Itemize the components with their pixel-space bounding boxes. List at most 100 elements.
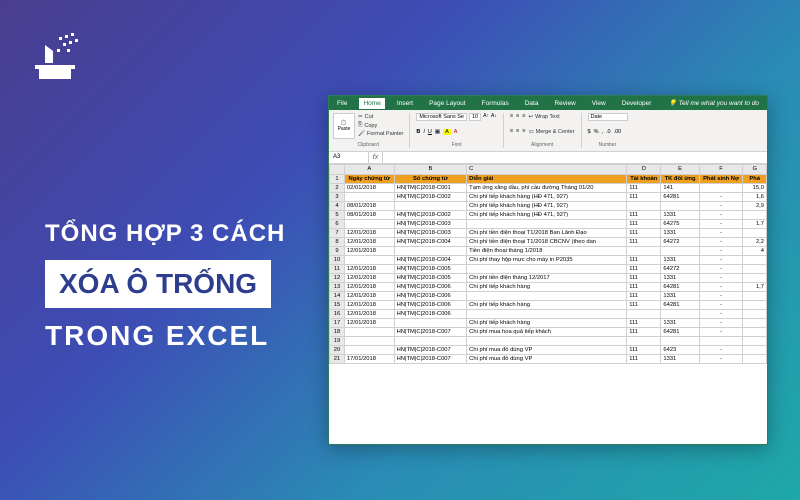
cell-val[interactable]: [743, 310, 767, 319]
cell-desc[interactable]: [467, 220, 627, 229]
tab-formulas[interactable]: Formulas: [478, 98, 513, 109]
cell-acct2[interactable]: 64281: [661, 301, 699, 310]
row-number[interactable]: 14: [330, 292, 345, 301]
align-center-icon[interactable]: ≡: [516, 128, 519, 136]
merge-center-button[interactable]: ▭ Merge & Center: [528, 128, 574, 136]
name-box[interactable]: A3: [329, 152, 369, 163]
header-desc[interactable]: Diễn giải: [467, 175, 627, 184]
cell-debit[interactable]: [699, 337, 743, 346]
cell-debit[interactable]: -: [699, 247, 743, 256]
cell-date[interactable]: 17/01/2018: [344, 355, 394, 364]
cell-debit[interactable]: -: [699, 193, 743, 202]
cell-acct2[interactable]: [661, 310, 699, 319]
decrease-decimal-icon[interactable]: .00: [614, 129, 622, 135]
row-number[interactable]: 5: [330, 211, 345, 220]
cell-acct[interactable]: 111: [627, 229, 661, 238]
tab-page-layout[interactable]: Page Layout: [425, 98, 470, 109]
cell-docno[interactable]: [394, 202, 467, 211]
cell-debit[interactable]: -: [699, 328, 743, 337]
wrap-text-button[interactable]: ↩ Wrap Text: [528, 113, 559, 121]
fx-icon[interactable]: fx: [369, 152, 383, 163]
cell-date[interactable]: [344, 346, 394, 355]
cell-acct2[interactable]: 141: [661, 184, 699, 193]
cell-date[interactable]: 12/01/2018: [344, 238, 394, 247]
cell-debit[interactable]: -: [699, 292, 743, 301]
cell-acct2[interactable]: 1331: [661, 274, 699, 283]
cell-docno[interactable]: HN|TM|C|2018-C004: [394, 238, 467, 247]
cell-debit[interactable]: [699, 184, 743, 193]
row-number[interactable]: 1: [330, 175, 345, 184]
tab-view[interactable]: View: [588, 98, 610, 109]
increase-decimal-icon[interactable]: .0: [606, 129, 611, 135]
cell-val[interactable]: [743, 256, 767, 265]
cell-acct2[interactable]: 1331: [661, 229, 699, 238]
cell-docno[interactable]: HN|TM|C|2018-C003: [394, 229, 467, 238]
cell-val[interactable]: [743, 346, 767, 355]
row-number[interactable]: 13: [330, 283, 345, 292]
cell-val[interactable]: [743, 355, 767, 364]
formula-bar[interactable]: [383, 152, 767, 163]
tab-data[interactable]: Data: [521, 98, 543, 109]
cell-debit[interactable]: -: [699, 310, 743, 319]
cell-date[interactable]: 12/01/2018: [344, 301, 394, 310]
cell-docno[interactable]: HN|TM|C|2018-C006: [394, 310, 467, 319]
cell-val[interactable]: 1,6: [743, 193, 767, 202]
cell-docno[interactable]: [394, 337, 467, 346]
cell-acct[interactable]: 111: [627, 301, 661, 310]
row-number[interactable]: 8: [330, 238, 345, 247]
cell-date[interactable]: 12/01/2018: [344, 229, 394, 238]
cut-button[interactable]: ✂ Cut: [358, 113, 403, 121]
cell-val[interactable]: 2,9: [743, 202, 767, 211]
cell-debit[interactable]: -: [699, 265, 743, 274]
cell-acct[interactable]: 111: [627, 193, 661, 202]
cell-debit[interactable]: -: [699, 283, 743, 292]
cell-docno[interactable]: HN|TM|C|2018-C005: [394, 265, 467, 274]
cell-desc[interactable]: Chi phí thay hộp mực cho máy in P2035: [467, 256, 627, 265]
header-extra[interactable]: Phá: [743, 175, 767, 184]
cell-docno[interactable]: HN|TM|C|2018-C007: [394, 328, 467, 337]
cell-acct[interactable]: 111: [627, 328, 661, 337]
cell-acct2[interactable]: [661, 337, 699, 346]
cell-date[interactable]: 12/01/2018: [344, 283, 394, 292]
cell-val[interactable]: 2,2: [743, 238, 767, 247]
cell-val[interactable]: [743, 265, 767, 274]
tab-file[interactable]: File: [333, 98, 351, 109]
percent-icon[interactable]: %: [594, 129, 599, 135]
cell-acct[interactable]: [627, 247, 661, 256]
cell-acct[interactable]: [627, 202, 661, 211]
align-mid-icon[interactable]: ≡: [516, 113, 519, 121]
cell-desc[interactable]: Chi phí tiếp khách hàng: [467, 301, 627, 310]
row-number[interactable]: 10: [330, 256, 345, 265]
cell-acct[interactable]: 111: [627, 220, 661, 229]
cell-desc[interactable]: Chi phí tiếp khách hàng: [467, 283, 627, 292]
cell-acct[interactable]: 111: [627, 355, 661, 364]
border-button[interactable]: ▦: [435, 129, 440, 135]
tab-developer[interactable]: Developer: [618, 98, 656, 109]
header-acct[interactable]: Tài khoản: [627, 175, 661, 184]
cell-acct2[interactable]: 64272: [661, 238, 699, 247]
font-name-select[interactable]: Microsoft Sans Se: [416, 113, 467, 121]
cell-docno[interactable]: HN|TM|C|2018-C001: [394, 184, 467, 193]
cell-acct[interactable]: 111: [627, 292, 661, 301]
row-number[interactable]: 2: [330, 184, 345, 193]
paste-button[interactable]: 📋 Paste: [333, 113, 355, 139]
cell-acct2[interactable]: 64275: [661, 220, 699, 229]
cell-debit[interactable]: -: [699, 346, 743, 355]
tell-me-search[interactable]: 💡 Tell me what you want to do: [665, 97, 763, 109]
cell-debit[interactable]: -: [699, 229, 743, 238]
cell-desc[interactable]: Chi phí tiếp khách hàng (HĐ 471, 927): [467, 193, 627, 202]
increase-font-icon[interactable]: A↑: [483, 113, 489, 121]
row-number[interactable]: 20: [330, 346, 345, 355]
cell-docno[interactable]: HN|TM|C|2018-C002: [394, 193, 467, 202]
font-color-button[interactable]: A: [454, 129, 458, 135]
cell-val[interactable]: [743, 229, 767, 238]
row-number[interactable]: 11: [330, 265, 345, 274]
cell-acct[interactable]: 111: [627, 319, 661, 328]
cell-acct[interactable]: 111: [627, 256, 661, 265]
row-number[interactable]: 21: [330, 355, 345, 364]
cell-date[interactable]: [344, 256, 394, 265]
cell-date[interactable]: 12/01/2018: [344, 274, 394, 283]
cell-docno[interactable]: [394, 319, 467, 328]
cell-desc[interactable]: Chi phí tiền điện thoại T1/2018 Ban Lãnh…: [467, 229, 627, 238]
cell-val[interactable]: [743, 274, 767, 283]
